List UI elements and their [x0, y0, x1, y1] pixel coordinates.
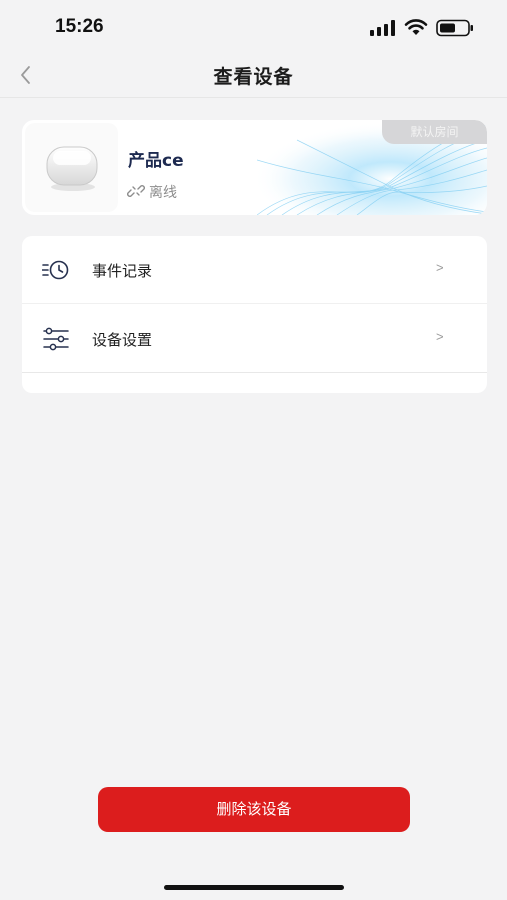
page-title: 查看设备 [213, 66, 294, 88]
home-indicator [164, 885, 344, 890]
chevron-right-icon: > [436, 260, 444, 275]
menu-item-event-log[interactable]: 事件记录 > [22, 236, 487, 304]
device-product-icon [46, 146, 98, 191]
device-image [25, 123, 118, 212]
unlink-icon [127, 185, 145, 197]
menu-item-label: 事件记录 [92, 262, 153, 280]
wifi-icon [404, 19, 428, 35]
status-bar: 15:26 [0, 0, 507, 56]
room-badge: 默认房间 [382, 120, 487, 144]
nav-bar: 查看设备 [0, 56, 507, 98]
device-card[interactable]: 默认房间 产品ce 离线 [22, 120, 487, 215]
status-time: 15:26 [55, 16, 104, 37]
battery-icon [436, 19, 473, 37]
menu-card: 事件记录 > 设备设置 > [22, 236, 487, 393]
menu-item-device-settings[interactable]: 设备设置 > [22, 305, 487, 373]
settings-sliders-icon [43, 327, 69, 351]
history-clock-icon [42, 260, 69, 280]
signal-icon [370, 20, 395, 36]
device-status-label: 离线 [149, 185, 177, 201]
device-name: 产品ce [128, 151, 184, 171]
menu-item-label: 设备设置 [92, 331, 153, 349]
chevron-right-icon: > [436, 329, 444, 344]
delete-device-button[interactable]: 删除该设备 [98, 787, 410, 832]
